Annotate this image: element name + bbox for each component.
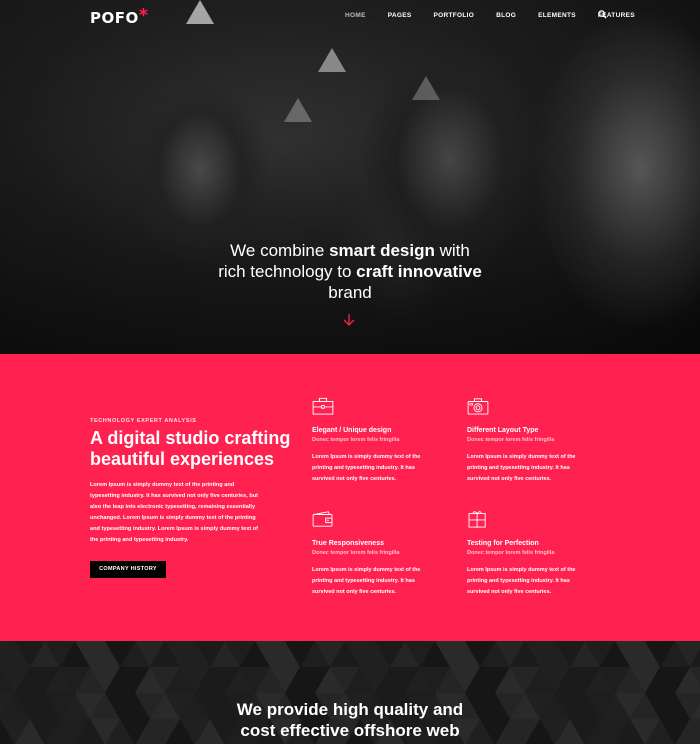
services-heading: We provide high quality and cost effecti… xyxy=(0,699,700,741)
feature-title: Different Layout Type xyxy=(467,427,539,434)
feature-title: Elegant / Unique design xyxy=(312,427,392,434)
hero-section: POFO* HOME PAGES PORTFOLIO BLOG ELEMENTS… xyxy=(0,0,700,354)
section-paragraph: Lorem Ipsum is simply dummy text of the … xyxy=(90,482,259,543)
studio-section: TECHNOLOGY EXPERT ANALYSIS A digital stu… xyxy=(0,354,700,641)
menu-item-elements[interactable]: ELEMENTS xyxy=(538,12,576,19)
feature-item: Testing for Perfection Donec tempor lore… xyxy=(467,510,597,598)
feature-title: Testing for Perfection xyxy=(467,540,539,547)
services-text: We provide xyxy=(236,700,333,719)
hero-text-bold: craft innovative xyxy=(356,262,482,281)
wallet-icon xyxy=(312,511,333,527)
gift-icon xyxy=(468,511,486,528)
feature-subtitle: Donec tempor lorem felis fringilla xyxy=(312,550,400,556)
hero-heading: We combine smart design with rich techno… xyxy=(0,240,700,303)
search-icon[interactable] xyxy=(598,10,607,19)
logo[interactable]: POFO* xyxy=(90,5,149,28)
section-heading-light: A digital studio crafting xyxy=(90,428,291,448)
feature-text: Lorem Ipsum is simply dummy text of the … xyxy=(312,567,421,595)
services-text-bold: high quality xyxy=(332,700,429,719)
section-heading: A digital studio crafting beautiful expe… xyxy=(90,428,290,470)
camera-icon xyxy=(467,398,489,415)
feature-title: True Responsiveness xyxy=(312,540,384,547)
hero-text: with xyxy=(434,241,470,260)
section-heading-bold: beautiful experiences xyxy=(90,449,275,469)
feature-text: Lorem Ipsum is simply dummy text of the … xyxy=(467,567,576,595)
logo-text: POFO xyxy=(90,9,139,27)
feature-subtitle: Donec tempor lorem felis fringilla xyxy=(312,437,400,443)
hero-text: brand xyxy=(328,283,372,302)
feature-text: Lorem Ipsum is simply dummy text of the … xyxy=(312,454,421,482)
feature-subtitle: Donec tempor lorem felis fringilla xyxy=(467,550,555,556)
top-navigation: POFO* HOME PAGES PORTFOLIO BLOG ELEMENTS… xyxy=(0,0,700,32)
services-section: We provide high quality and cost effecti… xyxy=(0,641,700,744)
hero-text-bold: smart design xyxy=(329,241,435,260)
menu-item-blog[interactable]: BLOG xyxy=(496,12,516,19)
feature-item: True Responsiveness Donec tempor lorem f… xyxy=(312,510,442,598)
feature-item: Different Layout Type Donec tempor lorem… xyxy=(467,397,597,485)
services-text: and xyxy=(428,700,464,719)
hero-text: We combine xyxy=(230,241,330,260)
services-text-bold: offshore xyxy=(353,721,422,740)
arrow-down-icon[interactable] xyxy=(341,312,357,328)
company-history-button[interactable]: COMPANY HISTORY xyxy=(90,561,166,578)
feature-item: Elegant / Unique design Donec tempor lor… xyxy=(312,397,442,485)
main-menu: HOME PAGES PORTFOLIO BLOG ELEMENTS FEATU… xyxy=(345,12,657,19)
menu-item-home[interactable]: HOME xyxy=(345,12,366,19)
logo-mark: * xyxy=(138,5,149,26)
services-text: cost effective xyxy=(240,721,354,740)
hero-text: rich technology to xyxy=(218,262,357,281)
menu-item-portfolio[interactable]: PORTFOLIO xyxy=(433,12,474,19)
feature-text: Lorem Ipsum is simply dummy text of the … xyxy=(467,454,576,482)
section-eyebrow: TECHNOLOGY EXPERT ANALYSIS xyxy=(90,418,197,424)
feature-subtitle: Donec tempor lorem felis fringilla xyxy=(467,437,555,443)
menu-item-pages[interactable]: PAGES xyxy=(388,12,412,19)
services-text: web xyxy=(421,721,460,740)
briefcase-icon xyxy=(312,397,334,415)
